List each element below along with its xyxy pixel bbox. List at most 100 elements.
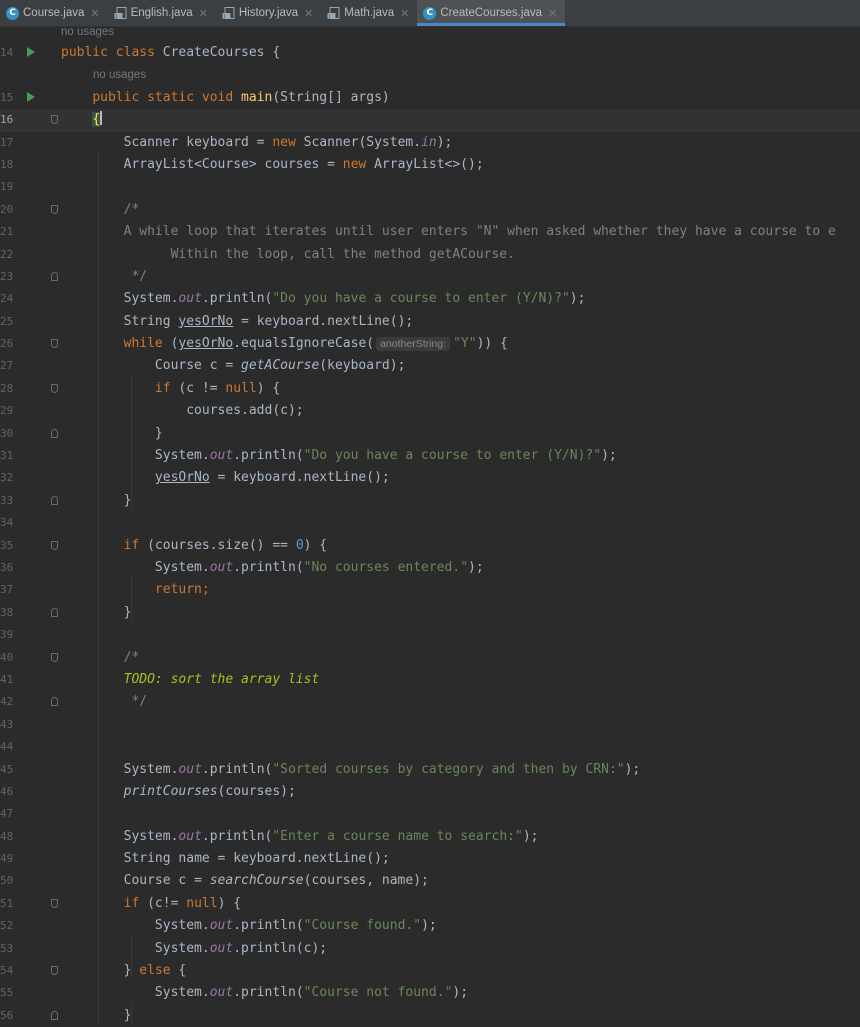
line-number: 45: [0, 762, 14, 776]
close-icon[interactable]: ✕: [90, 7, 99, 20]
code-editor[interactable]: no usages 14 public class CreateCourses …: [0, 26, 860, 1024]
fold-icon[interactable]: [51, 540, 58, 550]
code-line: 28 if (c != null) {: [0, 378, 860, 400]
code-line: 32 yesOrNo = keyboard.nextLine();: [0, 467, 860, 489]
line-number: 25: [0, 314, 14, 328]
line-number: 37: [0, 583, 14, 597]
code-line: 27 Course c = getACourse(keyboard);: [0, 355, 860, 377]
fold-icon[interactable]: [51, 271, 58, 281]
code-line: 42 */: [0, 691, 860, 713]
code-line: 35 if (courses.size() == 0) {: [0, 535, 860, 557]
code-line: 45 System.out.println("Sorted courses by…: [0, 759, 860, 781]
code-line: 24 System.out.println("Do you have a cou…: [0, 288, 860, 310]
code-text: }: [123, 604, 132, 620]
run-icon[interactable]: [27, 47, 35, 57]
fold-icon[interactable]: [51, 428, 58, 438]
line-number: 44: [0, 740, 14, 754]
code-text: System.out.println("Sorted courses by ca…: [123, 761, 641, 777]
close-icon[interactable]: ✕: [548, 7, 557, 20]
code-vision-hint: no usages: [0, 64, 860, 86]
code-line: 29 courses.add(c);: [0, 400, 860, 422]
fold-icon[interactable]: [51, 1010, 58, 1020]
line-number: 19: [0, 180, 14, 194]
fold-icon[interactable]: [51, 383, 58, 393]
java-file-icon: J: [222, 6, 235, 20]
line-number: 31: [0, 449, 14, 463]
code-text: } else {: [123, 963, 187, 979]
usages-hint[interactable]: no usages: [93, 64, 146, 86]
close-icon[interactable]: ✕: [199, 7, 208, 20]
fold-icon[interactable]: [51, 339, 58, 349]
fold-icon[interactable]: [51, 204, 58, 214]
line-number: 29: [0, 404, 14, 418]
close-icon[interactable]: ✕: [304, 7, 313, 20]
fold-icon[interactable]: [51, 898, 58, 908]
close-icon[interactable]: ✕: [400, 7, 409, 20]
fold-icon[interactable]: [51, 966, 58, 976]
editor-tab-bar: C Course.java ✕ J English.java ✕ J Histo…: [0, 0, 860, 27]
code-text: System.out.println("Course not found.");: [154, 985, 469, 1001]
code-comment: /*: [123, 649, 140, 665]
code-line: 30 }: [0, 423, 860, 445]
tab-english-java[interactable]: J English.java ✕: [108, 0, 216, 26]
code-line: 26 while (yesOrNo.equalsIgnoreCase(anoth…: [0, 333, 860, 355]
code-text: System.out.println("No courses entered."…: [154, 559, 484, 575]
code-line: 17 Scanner keyboard = new Scanner(System…: [0, 132, 860, 154]
code-comment: */: [123, 694, 148, 710]
tab-label: CreateCourses.java: [440, 7, 542, 19]
line-number: 24: [0, 292, 14, 306]
code-line: 20 /*: [0, 199, 860, 221]
line-number: 51: [0, 896, 14, 910]
code-line: 38 }: [0, 602, 860, 624]
code-comment: */: [123, 268, 148, 284]
tab-label: History.java: [238, 7, 299, 19]
line-number: 47: [0, 807, 14, 821]
code-line: 40 /*: [0, 647, 860, 669]
code-line: 46 printCourses(courses);: [0, 781, 860, 803]
code-line: 49 String name = keyboard.nextLine();: [0, 848, 860, 870]
code-text: }: [154, 425, 163, 441]
code-text: System.out.println("Do you have a course…: [123, 291, 586, 307]
tab-course-java[interactable]: C Course.java ✕: [0, 0, 108, 26]
code-text: Course c = getACourse(keyboard);: [154, 358, 406, 374]
tab-history-java[interactable]: J History.java ✕: [216, 0, 321, 26]
code-line-current: 16 {: [0, 109, 860, 132]
code-text: public class CreateCourses {: [61, 45, 281, 60]
code-line: 22 Within the loop, call the method getA…: [0, 244, 860, 266]
fold-icon[interactable]: [51, 697, 58, 707]
code-line: 48 System.out.println("Enter a course na…: [0, 826, 860, 848]
code-line: 50 Course c = searchCourse(courses, name…: [0, 870, 860, 892]
text-caret: [100, 111, 102, 126]
line-number: 54: [0, 964, 14, 978]
line-number: 49: [0, 852, 14, 866]
code-text: return;: [154, 582, 210, 598]
line-number: 21: [0, 225, 14, 239]
code-line: 18 ArrayList<Course> courses = new Array…: [0, 154, 860, 176]
tab-label: Course.java: [23, 7, 85, 19]
code-line: 44: [0, 736, 860, 758]
fold-icon[interactable]: [51, 607, 58, 617]
code-line: 25 String yesOrNo = keyboard.nextLine();: [0, 311, 860, 333]
code-text: public static void main(String[] args): [92, 89, 390, 105]
run-icon[interactable]: [27, 91, 35, 102]
code-text: while (yesOrNo.equalsIgnoreCase(anotherS…: [123, 336, 508, 352]
line-number: 43: [0, 717, 14, 731]
usages-hint[interactable]: no usages: [61, 26, 114, 38]
line-number: 14: [0, 46, 14, 59]
line-number: 27: [0, 359, 14, 373]
line-number: 42: [0, 695, 14, 709]
code-text: ArrayList<Course> courses = new ArrayLis…: [123, 156, 484, 172]
code-text: }: [123, 492, 132, 508]
line-number: 26: [0, 337, 14, 351]
fold-icon[interactable]: [51, 115, 58, 125]
code-text: Course c = searchCourse(courses, name);: [123, 873, 429, 889]
tab-createcourses-java[interactable]: C CreateCourses.java ✕: [417, 0, 566, 26]
fold-icon[interactable]: [51, 495, 58, 505]
code-comment: /*: [123, 201, 140, 217]
java-file-icon: J: [114, 6, 127, 20]
tab-math-java[interactable]: J Math.java ✕: [321, 0, 417, 26]
code-line: 31 System.out.println("Do you have a cou…: [0, 445, 860, 467]
fold-icon[interactable]: [51, 652, 58, 662]
code-text: System.out.println("Do you have a course…: [154, 448, 617, 464]
code-line: 23 */: [0, 266, 860, 288]
